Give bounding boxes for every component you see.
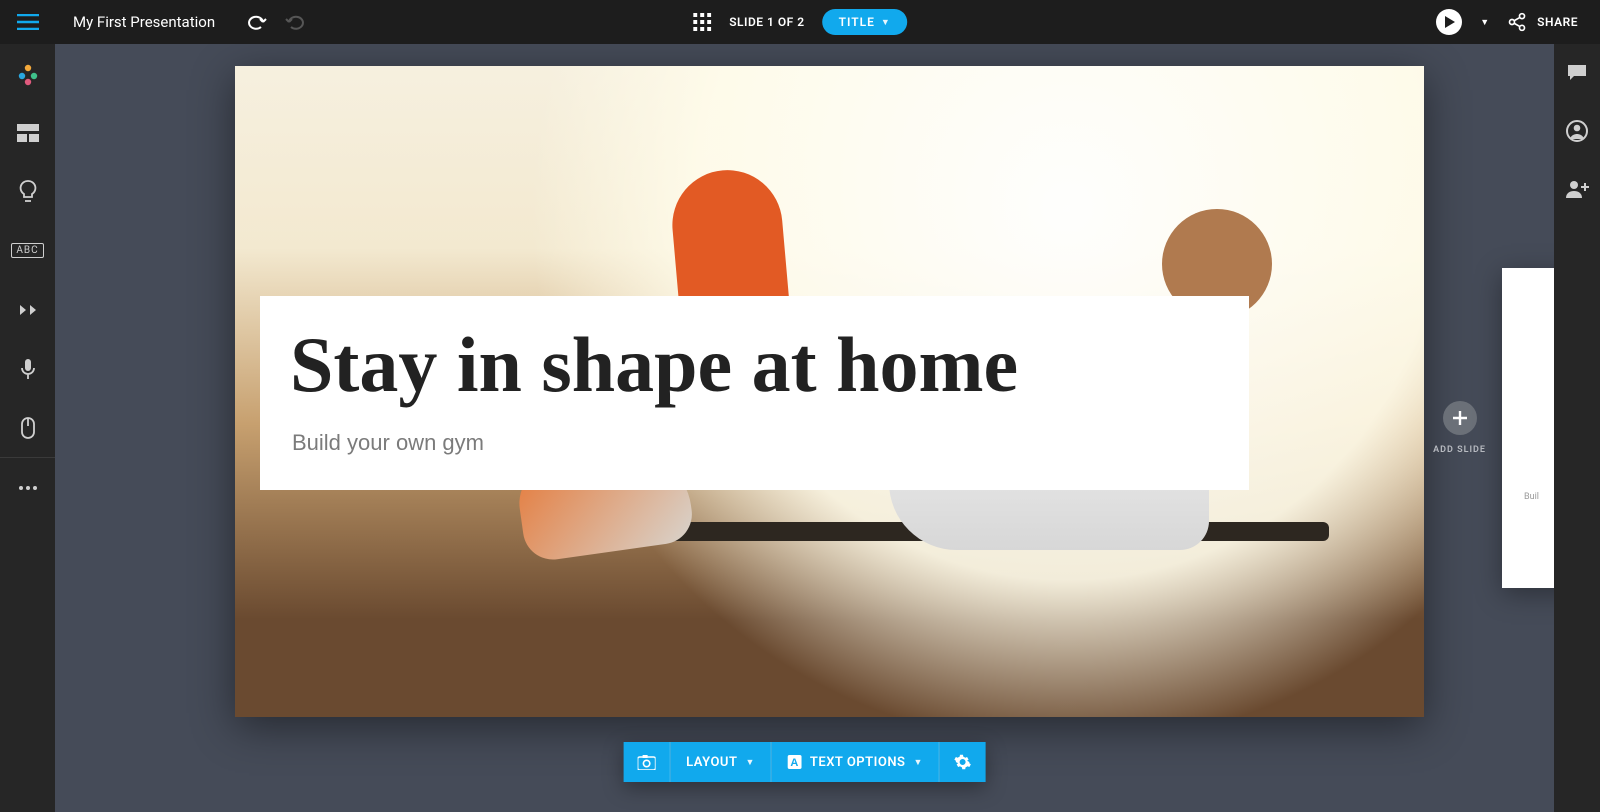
menu-icon[interactable] [0,14,55,30]
play-button[interactable] [1436,9,1462,35]
canvas-area: Stay in shape at home Build your own gym… [55,44,1554,812]
slide-grid-icon[interactable] [693,13,711,31]
add-slide-control: ADD SLIDE [1433,401,1486,455]
next-slide-thumbnail[interactable]: Buil [1502,268,1554,588]
invite-user-icon[interactable] [1554,160,1600,218]
clicker-icon[interactable] [0,398,55,457]
more-icon[interactable] [0,458,55,517]
slide-toolbar: LAYOUT ▼ A TEXT OPTIONS ▼ [623,742,986,782]
current-slide[interactable]: Stay in shape at home Build your own gym [235,66,1424,717]
slide-type-label: TITLE [839,15,875,29]
gear-icon [954,753,972,771]
theme-icon[interactable] [0,44,55,103]
image-button[interactable] [623,742,670,782]
presentation-title[interactable]: My First Presentation [55,13,233,31]
account-icon[interactable] [1554,102,1600,160]
svg-text:A: A [791,757,799,769]
layout-icon[interactable] [0,103,55,162]
text-options-label: TEXT OPTIONS [810,755,906,770]
share-icon [1507,12,1527,32]
share-button[interactable]: SHARE [1507,12,1578,32]
slide-subhead[interactable]: Build your own gym [292,430,1219,456]
text-icon: A [788,755,802,769]
top-bar: My First Presentation SLIDE 1 OF 2 TITLE… [0,0,1600,44]
play-icon [1445,16,1455,28]
undo-button[interactable] [243,8,271,36]
camera-icon [637,755,655,770]
animations-icon[interactable] [0,280,55,339]
redo-button[interactable] [281,8,309,36]
chevron-down-icon: ▼ [881,17,891,28]
add-slide-label: ADD SLIDE [1433,445,1486,455]
slide-indicator: SLIDE 1 OF 2 [729,15,804,29]
right-sidebar [1554,44,1600,812]
abc-badge-label: ABC [11,243,43,258]
plus-icon [1452,410,1468,426]
next-thumb-subhead: Buil [1524,492,1539,502]
layout-label: LAYOUT [686,755,737,770]
chevron-down-icon: ▼ [745,757,754,768]
settings-button[interactable] [940,742,986,782]
top-right-controls: ▼ SHARE [1436,9,1600,35]
spellcheck-icon[interactable]: ABC [0,221,55,280]
slide-type-dropdown[interactable]: TITLE ▼ [823,9,907,35]
layout-dropdown[interactable]: LAYOUT ▼ [670,742,772,782]
slide-headline[interactable]: Stay in shape at home [290,328,1219,402]
share-label: SHARE [1537,15,1578,29]
play-options-dropdown[interactable]: ▼ [1480,17,1489,28]
title-text-block[interactable]: Stay in shape at home Build your own gym [260,296,1249,490]
voice-icon[interactable] [0,339,55,398]
left-sidebar: ABC [0,44,55,812]
chevron-down-icon: ▼ [913,757,922,768]
add-slide-button[interactable] [1443,401,1477,435]
text-options-dropdown[interactable]: A TEXT OPTIONS ▼ [772,742,940,782]
inspiration-icon[interactable] [0,162,55,221]
comments-icon[interactable] [1554,44,1600,102]
top-center-controls: SLIDE 1 OF 2 TITLE ▼ [693,9,907,35]
